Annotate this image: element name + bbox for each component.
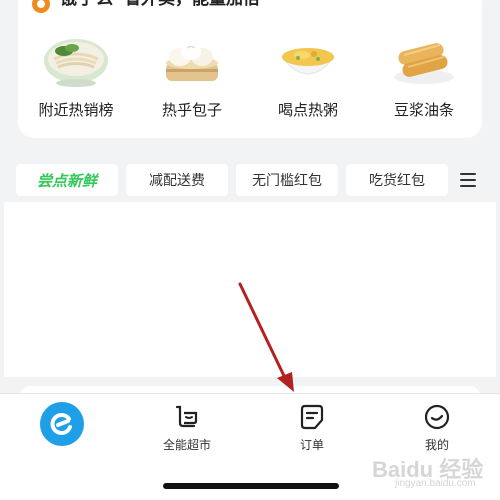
category-label: 热乎包子 (161, 101, 222, 119)
category-label: 附近热销榜 (38, 101, 114, 119)
smile-face-icon (424, 404, 450, 430)
fried-dough-icon (394, 43, 454, 84)
nav-label: 订单 (299, 438, 324, 452)
chip-no-threshold-coupon[interactable]: 无门槛红包 (236, 164, 338, 196)
brand-header: 饿了么 省外卖，能量加倍 (32, 0, 260, 14)
category-item-porridge[interactable]: 喝点热粥 (253, 33, 363, 120)
eleme-logo-icon (32, 0, 50, 13)
category-item-soymilk-dough[interactable]: 豆浆油条 (369, 33, 479, 120)
menu-icon[interactable] (460, 164, 484, 196)
nav-label: 全能超市 (162, 438, 211, 452)
nav-orders[interactable]: 订单 (272, 402, 352, 453)
nav-home[interactable] (22, 402, 102, 446)
chip-foodie-coupon[interactable]: 吃货红包 (346, 164, 448, 196)
shopping-basket-icon (175, 405, 198, 428)
category-row: 附近热销榜 热乎包子 喝点热粥 豆浆油条 (18, 33, 482, 120)
category-item-buns[interactable]: 热乎包子 (137, 33, 247, 120)
filter-chip-row: 尝点新鲜 减配送费 无门槛红包 吃货红包 (16, 164, 486, 196)
category-card: 饿了么 省外卖，能量加倍 附近热销榜 (18, 0, 482, 138)
home-indicator (163, 483, 339, 489)
content-area (4, 202, 496, 377)
category-label: 喝点热粥 (277, 101, 338, 119)
porridge-bowl-icon (280, 48, 336, 75)
order-list-icon (300, 404, 324, 430)
steamed-bun-icon (166, 44, 218, 81)
noodle-bowl-icon (44, 39, 108, 87)
category-label: 豆浆油条 (393, 101, 454, 119)
category-item-hot-nearby[interactable]: 附近热销榜 (21, 33, 131, 120)
baidu-watermark-url: jingyan.baidu.com (395, 478, 476, 489)
chip-reduced-delivery[interactable]: 减配送费 (126, 164, 228, 196)
nav-label: 我的 (424, 438, 449, 452)
nav-mine[interactable]: 我的 (397, 402, 477, 453)
nav-supermarket[interactable]: 全能超市 (147, 402, 227, 453)
eleme-home-logo (40, 402, 84, 446)
brand-slogan: 省外卖，能量加倍 (124, 0, 260, 9)
chip-try-new[interactable]: 尝点新鲜 (16, 164, 118, 196)
brand-name: 饿了么 (60, 0, 114, 9)
